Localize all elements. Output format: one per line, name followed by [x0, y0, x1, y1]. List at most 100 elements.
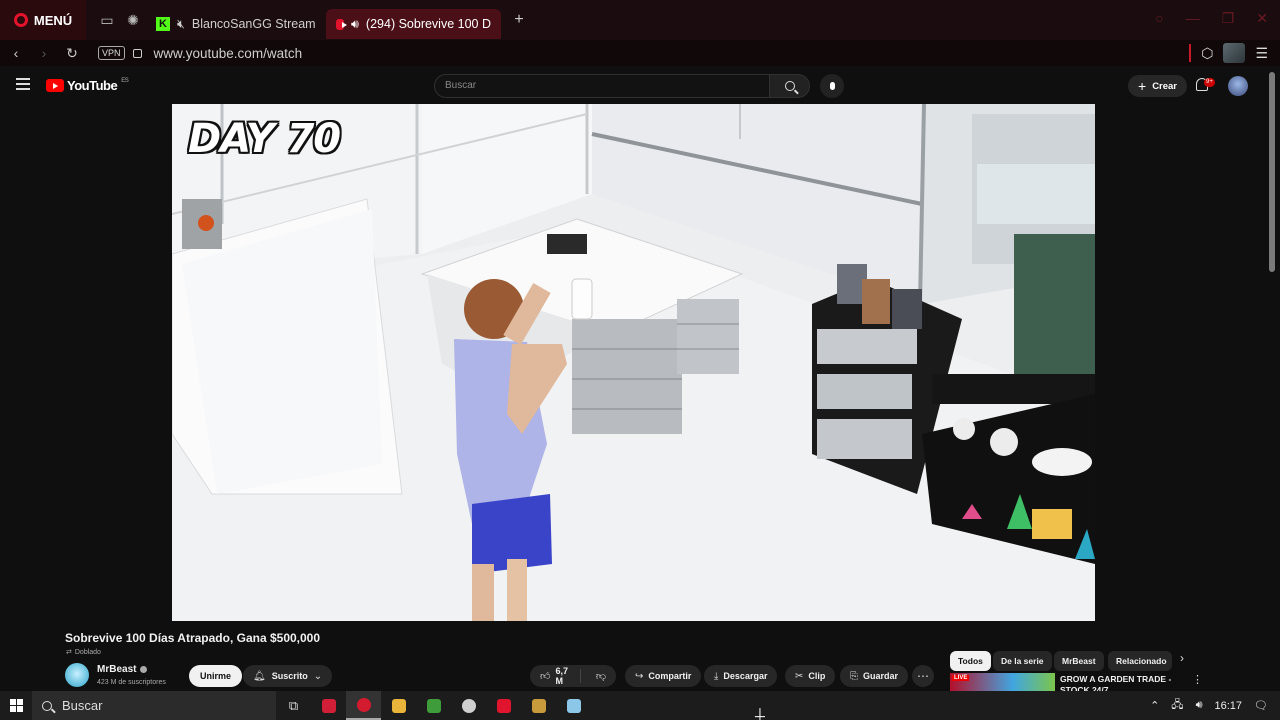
download-icon: ⤓: [714, 670, 719, 682]
minimize-icon[interactable]: —: [1186, 10, 1200, 27]
notepad-icon[interactable]: [556, 691, 591, 720]
taskbar-search[interactable]: Buscar: [32, 691, 276, 720]
clock[interactable]: 16:17: [1215, 700, 1243, 712]
video-player[interactable]: DAY 70: [172, 104, 1095, 621]
forward-icon[interactable]: ›: [32, 45, 56, 61]
dubbed-text: Doblado: [74, 648, 101, 656]
reload-icon[interactable]: ↻: [60, 45, 84, 62]
download-label: Descargar: [723, 671, 768, 681]
launcher-icon[interactable]: [521, 691, 556, 720]
like-count: 6,7 M: [555, 666, 568, 686]
speaker-icon[interactable]: 🔊︎: [351, 17, 359, 32]
recommended-thumbnail[interactable]: LIVE: [950, 673, 1055, 691]
address-bar-tools: ⬡ ☰: [1189, 43, 1268, 63]
search-button[interactable]: [770, 74, 810, 98]
gamepad-icon[interactable]: ▭: [94, 7, 120, 33]
download-button[interactable]: ⤓ Descargar: [704, 665, 778, 687]
lock-icon[interactable]: [132, 48, 142, 58]
extensions-icon[interactable]: ⬡: [1201, 45, 1213, 62]
subscribed-button[interactable]: 🔔︎ Suscrito ⌄: [243, 665, 333, 687]
volume-icon[interactable]: 🔊︎: [1196, 699, 1203, 712]
region-code: ES: [121, 78, 129, 84]
like-dislike-group: 👍︎ 6,7 M 👎︎: [530, 665, 616, 687]
share-button[interactable]: ↪ Compartir: [625, 665, 702, 687]
ai-assistant-icon[interactable]: ✺: [120, 7, 146, 33]
clip-button[interactable]: ✂ Clip: [785, 665, 836, 687]
channel-name-text[interactable]: MrBeast: [97, 664, 136, 675]
muted-speaker-icon[interactable]: 🔇︎: [177, 17, 185, 32]
cursor-icon: ┼: [755, 708, 765, 720]
task-view-icon[interactable]: ⧉: [276, 691, 311, 720]
clip-label: Clip: [808, 671, 826, 681]
chip-relacionado[interactable]: Relacionado: [1108, 651, 1172, 671]
new-tab-button[interactable]: +: [507, 8, 531, 32]
notification-badge: 9+: [1204, 78, 1215, 87]
scissors-icon: ✂: [795, 670, 804, 682]
maximize-icon[interactable]: ❐: [1222, 10, 1235, 27]
tab-youtube-video[interactable]: 🔊︎ (294) Sobrevive 100 D: [326, 9, 501, 39]
video-frame: [172, 104, 1095, 621]
menu-label: MENÚ: [33, 12, 73, 28]
dislike-button[interactable]: 👎︎: [586, 670, 616, 682]
dubbed-label: ⇄ Doblado: [66, 648, 101, 657]
create-label: Crear: [1152, 80, 1178, 92]
page-scrollbar[interactable]: [1269, 72, 1275, 272]
search-input[interactable]: Buscar: [434, 74, 770, 98]
app-icon-red[interactable]: [311, 691, 346, 720]
vpn-badge[interactable]: VPN: [98, 46, 125, 60]
day-counter-overlay: DAY 70: [188, 116, 341, 162]
youtube-logo[interactable]: YouTube ES: [46, 78, 129, 93]
voice-search-icon[interactable]: [820, 74, 844, 98]
subscriber-count: 423 M de suscriptores: [97, 679, 166, 686]
create-button[interactable]: + Crear: [1128, 75, 1188, 97]
back-icon[interactable]: ‹: [4, 45, 28, 61]
network-icon[interactable]: 🖧︎: [1171, 696, 1183, 715]
recommended-title[interactable]: GROW A GARDEN TRADE - STOCK 24/7: [1060, 674, 1180, 691]
windows-taskbar: Buscar ⧉ ⌃ 🖧︎ 🔊︎ 16:17 🗨︎: [0, 691, 1280, 720]
account-avatar[interactable]: [1228, 76, 1248, 96]
opera-taskbar-icon[interactable]: [346, 691, 381, 720]
file-explorer-icon[interactable]: [381, 691, 416, 720]
verified-icon: [140, 666, 148, 673]
channel-avatar[interactable]: [65, 663, 89, 687]
app-icon-red-2[interactable]: [486, 691, 521, 720]
url-field[interactable]: www.youtube.com/watch: [154, 46, 303, 61]
more-actions-icon[interactable]: ⋯: [912, 665, 934, 687]
chevron-up-icon[interactable]: ⌃: [1150, 699, 1159, 712]
start-button[interactable]: [0, 691, 32, 720]
youtube-header: YouTube ES Buscar + Crear: [0, 66, 1280, 104]
chevron-right-icon[interactable]: ›: [1180, 651, 1184, 665]
steam-icon[interactable]: [451, 691, 486, 720]
divider: [1189, 44, 1192, 62]
opera-menu-button[interactable]: MENÚ: [0, 0, 86, 40]
chip-todos[interactable]: Todos: [950, 651, 991, 671]
minecraft-icon[interactable]: [416, 691, 451, 720]
close-icon[interactable]: ✕: [1256, 10, 1268, 27]
like-button[interactable]: 👍︎ 6,7 M: [530, 666, 581, 686]
video-title: Sobrevive 100 Días Atrapado, Gana $500,0…: [65, 631, 321, 645]
windows-logo-icon: [9, 699, 23, 712]
search-tabs-icon[interactable]: ○: [1155, 10, 1163, 27]
hamburger-menu-icon[interactable]: [16, 78, 30, 90]
share-icon: ↪: [635, 670, 644, 682]
bell-icon: 🔔︎: [253, 670, 266, 682]
notifications-icon[interactable]: 🗨︎: [1254, 699, 1268, 712]
profile-avatar[interactable]: [1223, 43, 1246, 63]
chip-de-la-serie[interactable]: De la serie: [993, 651, 1052, 671]
join-button[interactable]: Unirme: [189, 665, 243, 687]
search-icon: [784, 81, 795, 91]
tab-kick-stream[interactable]: K 🔇︎ BlancoSanGG Stream: [146, 9, 326, 39]
recommended-menu-icon[interactable]: ⋮: [1192, 673, 1203, 686]
save-label: Guardar: [863, 671, 899, 681]
chip-mrbeast[interactable]: MrBeast: [1054, 651, 1104, 671]
taskbar-search-label: Buscar: [62, 698, 103, 713]
channel-name[interactable]: MrBeast: [97, 664, 148, 675]
save-button[interactable]: ⎘ Guardar: [840, 665, 909, 687]
youtube-logo-text: YouTube: [67, 78, 118, 93]
opera-logo-icon: [13, 13, 28, 27]
search-icon: [42, 700, 52, 711]
screen: MENÚ ▭ ✺ K 🔇︎ BlancoSanGG Stream 🔊︎ (294…: [0, 0, 1280, 720]
live-badge: LIVE: [952, 675, 970, 681]
youtube-play-icon: [46, 79, 64, 92]
easy-setup-icon[interactable]: ☰: [1255, 45, 1268, 62]
